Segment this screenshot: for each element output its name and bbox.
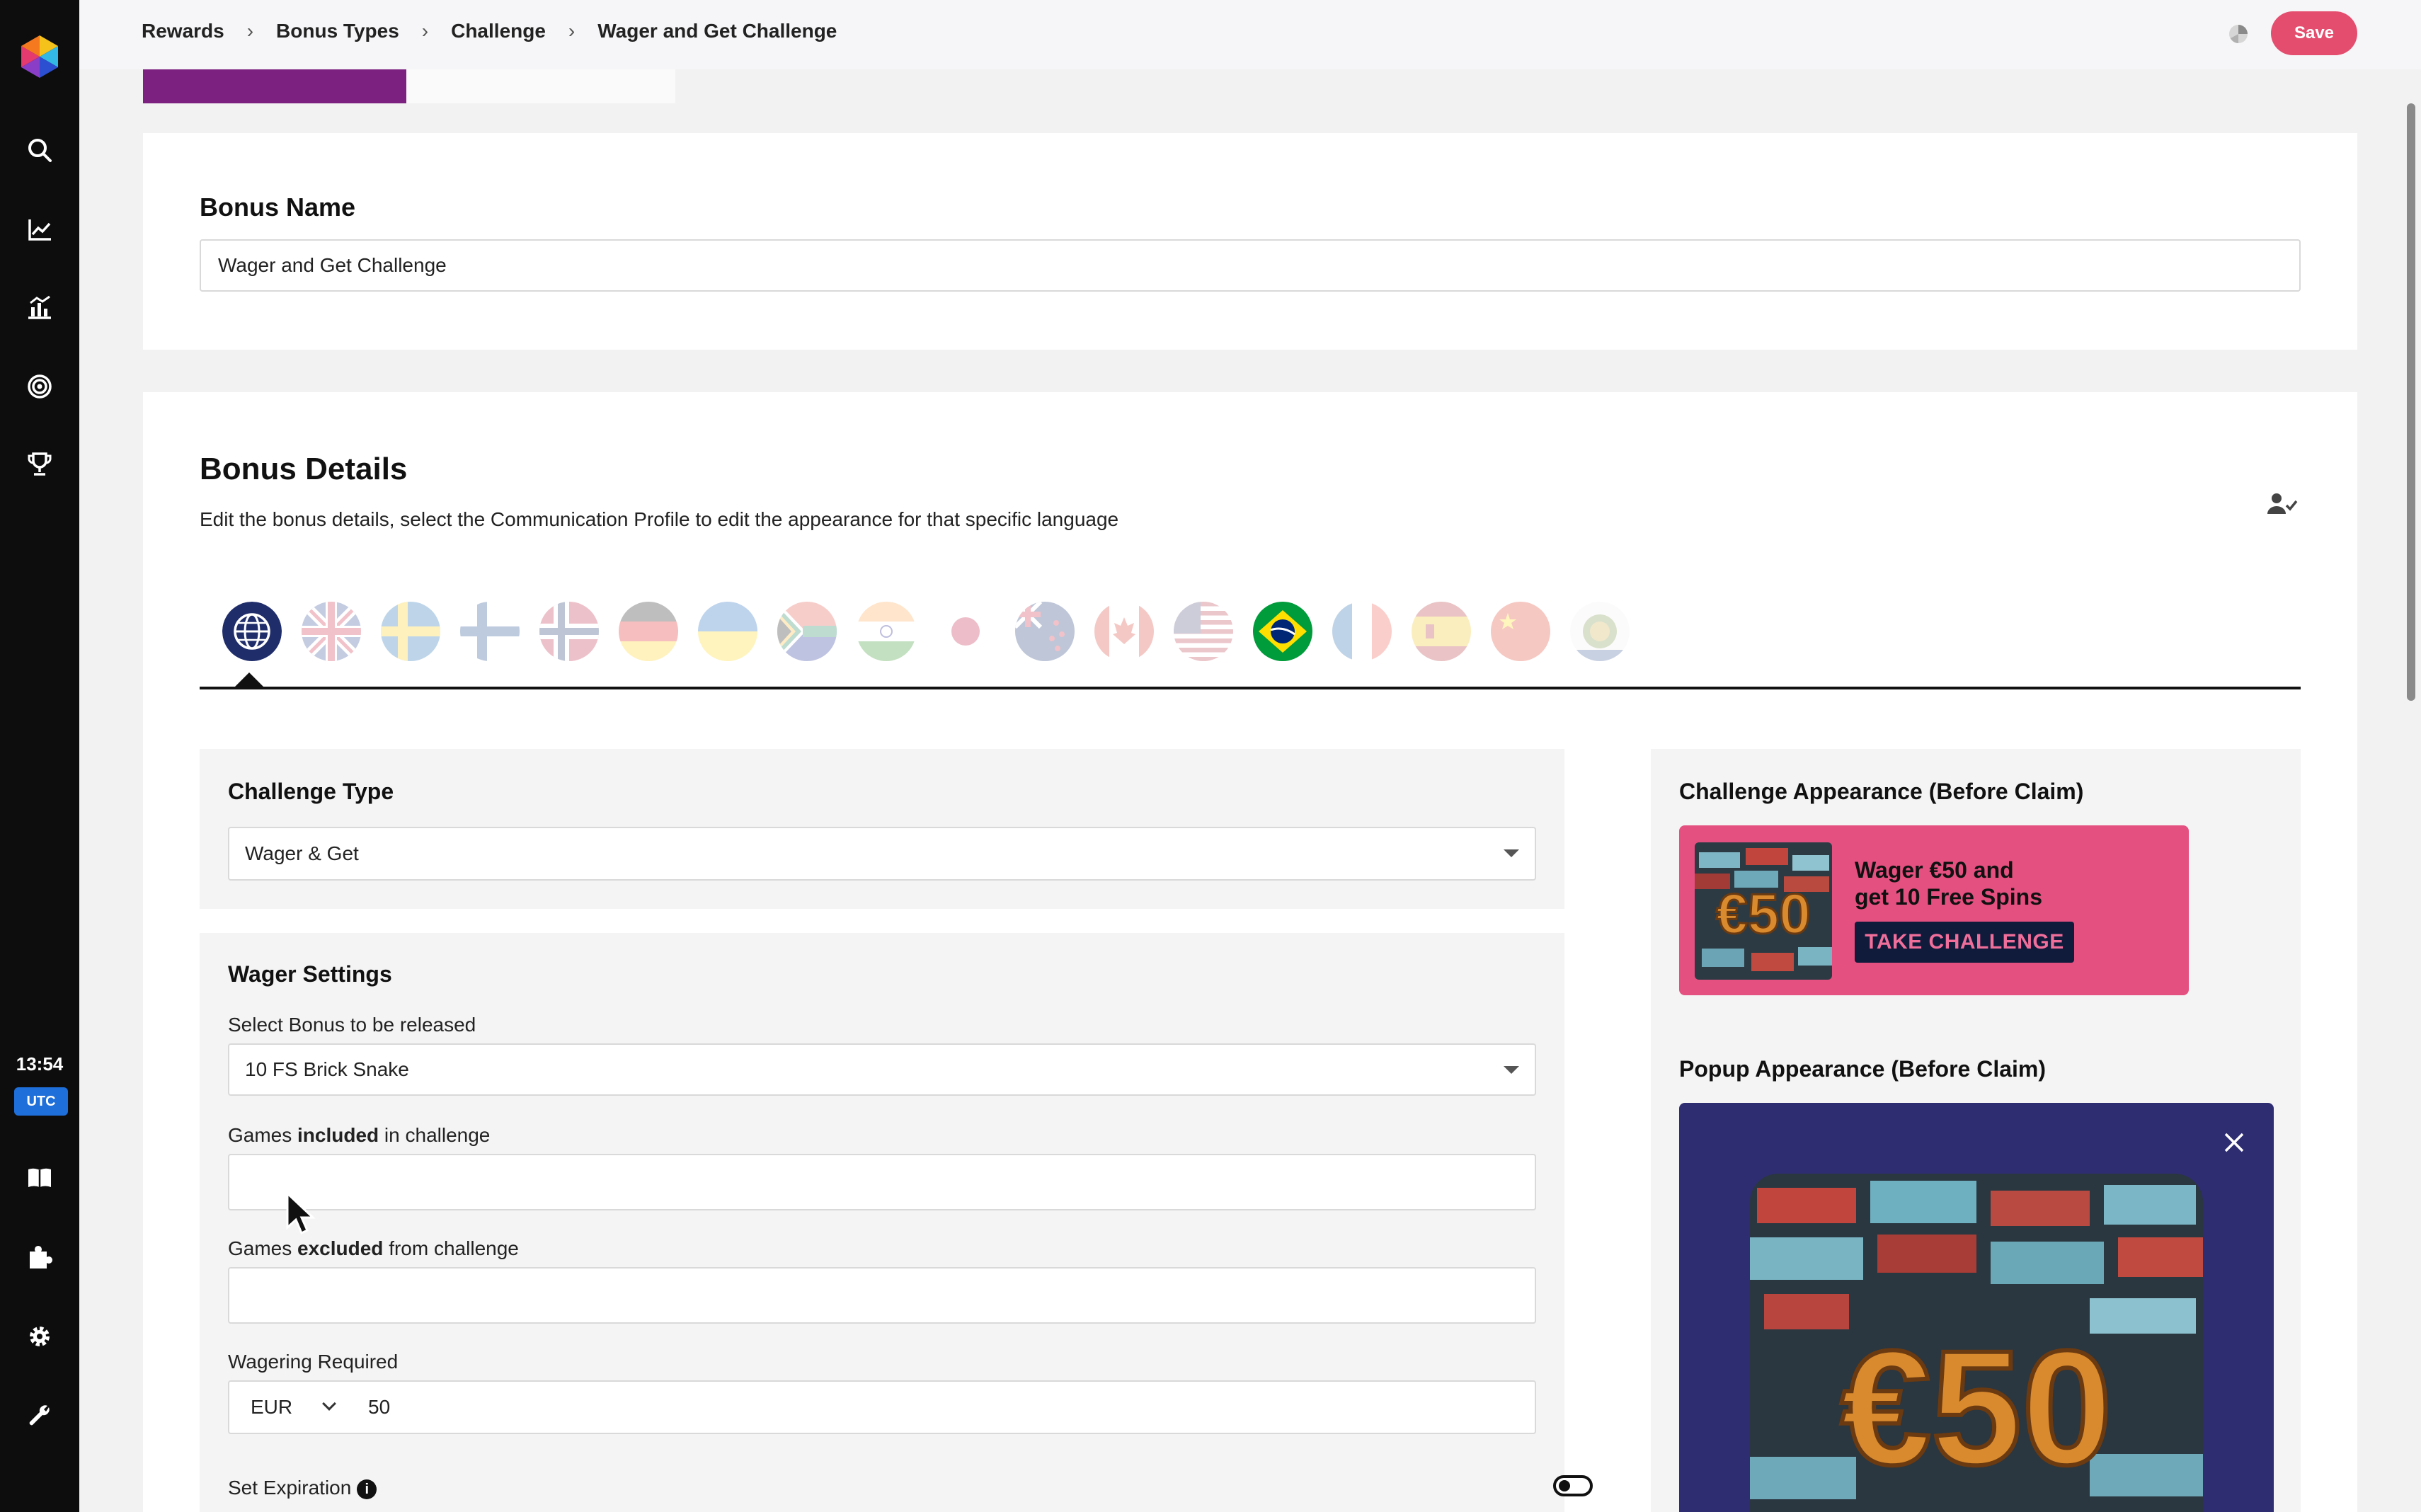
games-included-input[interactable]	[228, 1154, 1536, 1210]
bonus-select-value: 10 FS Brick Snake	[245, 1058, 409, 1080]
games-excluded-input[interactable]	[228, 1267, 1536, 1324]
banner-line-1: Wager €50 and	[1855, 857, 2014, 883]
book-icon[interactable]	[23, 1161, 57, 1195]
currency-select[interactable]: EUR	[229, 1382, 350, 1433]
clock-time: 13:54	[16, 1053, 64, 1075]
challenge-type-value: Wager & Get	[245, 842, 359, 864]
flag-ukraine-icon[interactable]	[698, 602, 757, 661]
timezone-badge[interactable]: UTC	[14, 1087, 68, 1116]
flag-china-icon[interactable]	[1491, 602, 1550, 661]
caret-down-icon	[1504, 849, 1519, 857]
bonus-name-heading: Bonus Name	[200, 193, 356, 222]
flag-brazil-icon[interactable]	[1253, 602, 1312, 661]
popup-preview: €50	[1679, 1103, 2274, 1512]
trophy-icon[interactable]	[23, 447, 57, 481]
challenge-type-select[interactable]: Wager & Get	[228, 827, 1536, 881]
bonus-details-heading: Bonus Details	[200, 452, 408, 486]
wager-settings-panel: Wager Settings Select Bonus to be releas…	[200, 933, 1593, 1512]
breadcrumb: Rewards › Bonus Types › Challenge › Wage…	[142, 20, 837, 42]
top-bar: Rewards › Bonus Types › Challenge › Wage…	[79, 0, 2421, 69]
breadcrumb-rewards[interactable]: Rewards	[142, 20, 224, 42]
wager-settings-heading: Wager Settings	[228, 961, 392, 987]
popup-appearance-heading: Popup Appearance (Before Claim)	[1679, 1056, 2047, 1082]
set-expiration-label: Set Expiration i	[228, 1477, 377, 1499]
history-icon[interactable]	[2227, 23, 2250, 45]
breadcrumb-bonus-types[interactable]: Bonus Types	[276, 20, 399, 42]
selected-language-caret	[235, 672, 263, 687]
games-excluded-label: Games excluded from challenge	[228, 1237, 519, 1259]
close-icon[interactable]	[2220, 1128, 2248, 1157]
popup-image-text: €50	[1841, 1317, 2112, 1499]
flag-norway-icon[interactable]	[539, 602, 599, 661]
sidebar: 13:54 UTC	[0, 0, 79, 1512]
gear-icon[interactable]	[23, 1319, 57, 1353]
flag-uk-icon[interactable]	[302, 602, 361, 661]
challenge-banner-preview: €50 Wager €50 and get 10 Free Spins TAKE…	[1679, 825, 2189, 995]
select-bonus-label: Select Bonus to be released	[228, 1014, 476, 1036]
breadcrumb-challenge[interactable]: Challenge	[451, 20, 546, 42]
caret-down-icon	[1504, 1066, 1519, 1074]
appearance-panel: Challenge Appearance (Before Claim) €50 …	[1651, 749, 2301, 1512]
take-challenge-button[interactable]: TAKE CHALLENGE	[1855, 922, 2074, 963]
flag-sweden-icon[interactable]	[381, 602, 440, 661]
bonus-details-description: Edit the bonus details, select the Commu…	[200, 508, 1119, 530]
bar-chart-icon[interactable]	[23, 290, 57, 324]
flag-finland-icon[interactable]	[460, 602, 520, 661]
challenge-appearance-heading: Challenge Appearance (Before Claim)	[1679, 779, 2084, 804]
logo-icon[interactable]	[17, 34, 62, 79]
currency-value: EUR	[251, 1396, 293, 1418]
wagering-amount-input[interactable]: 50	[368, 1396, 390, 1419]
tab-inactive[interactable]	[406, 69, 675, 103]
save-button[interactable]: Save	[2271, 11, 2357, 55]
tab-active-indicator[interactable]	[143, 69, 406, 103]
flag-globe-icon[interactable]	[222, 602, 282, 661]
challenge-type-panel: Challenge Type Wager & Get	[200, 749, 1564, 909]
flag-canada-icon[interactable]	[1094, 602, 1154, 661]
mouse-cursor-icon	[286, 1191, 317, 1237]
popup-image: €50	[1750, 1174, 2203, 1512]
chevron-right-icon: ›	[246, 20, 254, 42]
flag-south-africa-icon[interactable]	[777, 602, 837, 661]
bonus-name-input[interactable]	[200, 239, 2301, 292]
chevron-right-icon: ›	[421, 20, 429, 42]
wrench-icon[interactable]	[23, 1399, 57, 1433]
flag-other-icon[interactable]	[1570, 602, 1630, 661]
banner-line-2: get 10 Free Spins	[1855, 884, 2042, 910]
target-icon[interactable]	[23, 370, 57, 403]
breadcrumb-current: Wager and Get Challenge	[597, 20, 837, 42]
language-divider	[200, 687, 2301, 689]
chevron-right-icon: ›	[568, 20, 576, 42]
expiration-toggle[interactable]	[1553, 1475, 1593, 1496]
flag-india-icon[interactable]	[857, 602, 916, 661]
flag-germany-icon[interactable]	[619, 602, 678, 661]
puzzle-icon[interactable]	[23, 1240, 57, 1274]
banner-image-text: €50	[1716, 882, 1810, 945]
page-scrollbar[interactable]	[2407, 103, 2415, 701]
flag-spain-icon[interactable]	[1412, 602, 1471, 661]
info-icon[interactable]: i	[357, 1479, 377, 1499]
banner-image: €50	[1695, 842, 1832, 980]
flag-usa-icon[interactable]	[1174, 602, 1233, 661]
wagering-required-label: Wagering Required	[228, 1351, 399, 1373]
bonus-details-card: Bonus Details Edit the bonus details, se…	[143, 392, 2357, 1512]
bonus-select[interactable]: 10 FS Brick Snake	[228, 1043, 1536, 1096]
wagering-required-field: EUR 50	[228, 1380, 1536, 1434]
games-included-label: Games included in challenge	[228, 1124, 491, 1146]
bonus-name-card: Bonus Name	[143, 133, 2357, 350]
challenge-type-heading: Challenge Type	[228, 779, 394, 804]
chevron-down-icon	[322, 1397, 336, 1411]
flag-japan-icon[interactable]	[936, 602, 995, 661]
trend-chart-icon[interactable]	[23, 212, 57, 246]
flag-france-icon[interactable]	[1332, 602, 1392, 661]
banner-headline: Wager €50 and get 10 Free Spins	[1855, 857, 2166, 910]
flag-new-zealand-icon[interactable]	[1015, 602, 1075, 661]
search-icon[interactable]	[23, 133, 57, 167]
user-check-icon[interactable]	[2267, 491, 2298, 517]
